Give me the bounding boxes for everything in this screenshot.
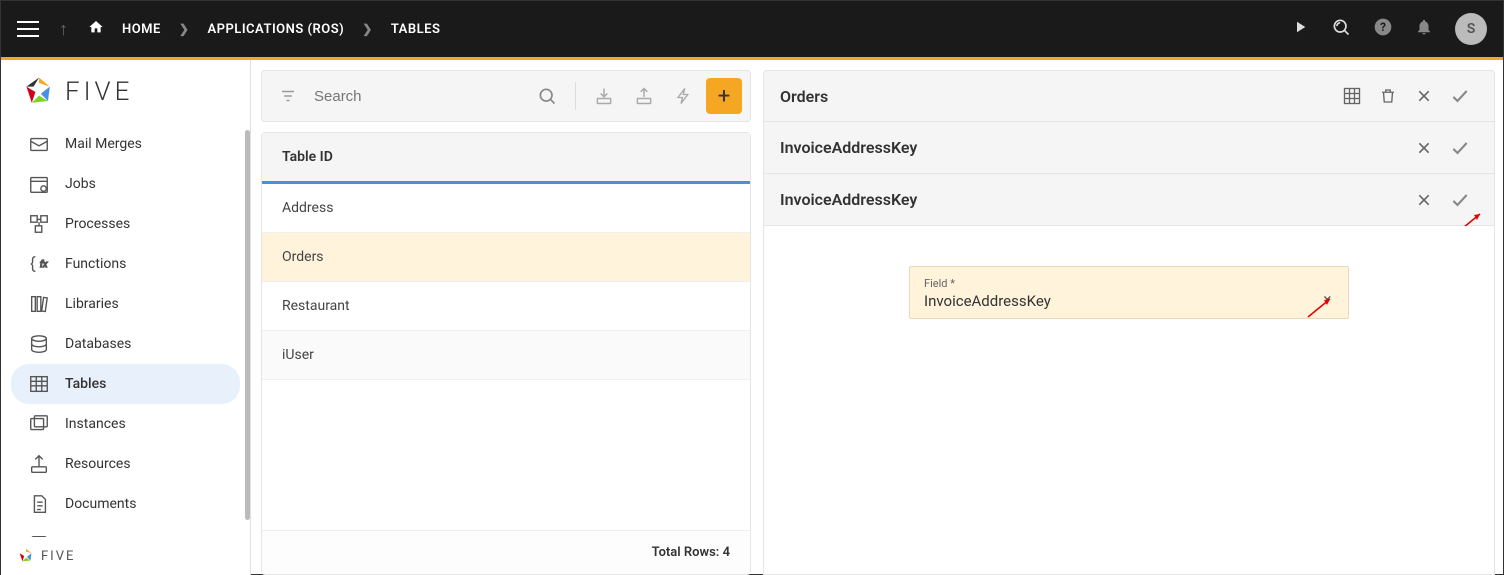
- svg-text:?: ?: [1380, 20, 1386, 34]
- lightning-icon[interactable]: [666, 78, 702, 114]
- sidebar-item-label: Functions: [65, 256, 126, 272]
- close-icon[interactable]: [1406, 78, 1442, 114]
- mail-icon: [27, 132, 51, 156]
- bell-icon[interactable]: [1415, 18, 1433, 41]
- list-panel: + Table ID Address Orders Restaurant iUs…: [251, 60, 759, 575]
- table-row[interactable]: iUser: [262, 331, 750, 380]
- upload-icon: [27, 452, 51, 476]
- sidebar-item-libraries[interactable]: Libraries: [11, 284, 240, 324]
- chevron-right-icon: ❯: [362, 22, 373, 36]
- search-icon[interactable]: [529, 78, 565, 114]
- logo-mark-icon: [21, 74, 57, 110]
- top-bar: ↑ HOME ❯ APPLICATIONS (ROS) ❯ TABLES ? S: [1, 1, 1503, 57]
- table-card: Table ID Address Orders Restaurant iUser…: [261, 132, 751, 575]
- detail-subsubtitle: InvoiceAddressKey: [780, 190, 1406, 209]
- breadcrumb-home[interactable]: HOME: [122, 22, 161, 37]
- play-icon[interactable]: [1291, 18, 1309, 41]
- breadcrumb-tables[interactable]: TABLES: [391, 22, 441, 37]
- sidebar-item-jobs[interactable]: Jobs: [11, 164, 240, 204]
- detail-subtitle: InvoiceAddressKey: [780, 138, 1406, 157]
- sidebar-item-label: Resources: [65, 456, 131, 472]
- sidebar-item-label: Documents: [65, 496, 136, 512]
- nav-list: Mail Merges Jobs Processes fx Functions L…: [1, 120, 250, 537]
- check-icon[interactable]: [1442, 78, 1478, 114]
- chevron-down-icon[interactable]: ⌄: [1321, 285, 1334, 304]
- logo-mark-small-icon: [17, 547, 35, 565]
- instances-icon: [27, 412, 51, 436]
- field-select[interactable]: Field * InvoiceAddressKey ⌄: [909, 266, 1349, 319]
- field-value: InvoiceAddressKey: [924, 290, 1334, 310]
- trash-icon[interactable]: [1370, 78, 1406, 114]
- close-icon[interactable]: [1406, 130, 1442, 166]
- sidebar-item-mail-merges[interactable]: Mail Merges: [11, 124, 240, 164]
- sidebar-item-tables[interactable]: Tables: [11, 364, 240, 404]
- svg-text:fx: fx: [40, 260, 48, 270]
- up-arrow-icon[interactable]: ↑: [59, 19, 68, 40]
- sidebar-item-functions[interactable]: fx Functions: [11, 244, 240, 284]
- document-icon: [27, 492, 51, 516]
- check-icon[interactable]: [1442, 130, 1478, 166]
- chevron-right-icon: ❯: [179, 22, 190, 36]
- detail-header-1: Orders: [763, 70, 1495, 122]
- table-row[interactable]: Address: [262, 184, 750, 233]
- sidebar-item-databases[interactable]: Databases: [11, 324, 240, 364]
- function-icon: fx: [27, 252, 51, 276]
- field-label: Field *: [924, 277, 1334, 290]
- home-icon: [88, 19, 104, 39]
- add-button[interactable]: +: [706, 78, 742, 114]
- table-footer: Total Rows: 4: [262, 530, 750, 574]
- sidebar-item-instances[interactable]: Instances: [11, 404, 240, 444]
- detail-title: Orders: [780, 87, 1334, 106]
- process-icon: [27, 212, 51, 236]
- sidebar-footer: FIVE: [1, 537, 250, 575]
- menu-toggle[interactable]: [17, 21, 39, 37]
- table-header: Table ID: [262, 133, 750, 184]
- detail-panel: Orders InvoiceAddressKey InvoiceAddressK…: [759, 60, 1503, 575]
- avatar[interactable]: S: [1455, 13, 1487, 45]
- database-icon: [27, 332, 51, 356]
- sidebar-item-themes[interactable]: Themes: [11, 524, 240, 537]
- calendar-icon: [27, 172, 51, 196]
- filter-icon[interactable]: [270, 78, 306, 114]
- detail-header-3: InvoiceAddressKey: [763, 174, 1495, 226]
- sidebar-footer-text: FIVE: [41, 549, 75, 564]
- logo-text: FIVE: [65, 77, 133, 107]
- close-icon[interactable]: [1406, 182, 1442, 218]
- scrollbar[interactable]: [245, 130, 250, 520]
- sidebar-item-label: Databases: [65, 336, 131, 352]
- import-icon[interactable]: [586, 78, 622, 114]
- breadcrumb-apps[interactable]: APPLICATIONS (ROS): [207, 22, 344, 37]
- sidebar-item-label: Instances: [65, 416, 126, 432]
- table-row[interactable]: Orders: [262, 233, 750, 282]
- sidebar: FIVE Mail Merges Jobs Processes fx Functi…: [1, 60, 251, 575]
- sidebar-item-label: Mail Merges: [65, 136, 142, 152]
- sidebar-item-label: Tables: [65, 376, 106, 392]
- books-icon: [27, 292, 51, 316]
- sidebar-item-label: Libraries: [65, 296, 119, 312]
- sidebar-item-label: Jobs: [65, 176, 96, 192]
- check-icon[interactable]: [1442, 182, 1478, 218]
- sidebar-item-label: Processes: [65, 216, 130, 232]
- help-icon[interactable]: ?: [1373, 17, 1393, 42]
- sidebar-item-documents[interactable]: Documents: [11, 484, 240, 524]
- zoom-icon[interactable]: [1331, 17, 1351, 42]
- logo: FIVE: [1, 60, 250, 120]
- sidebar-item-processes[interactable]: Processes: [11, 204, 240, 244]
- detail-header-2: InvoiceAddressKey: [763, 122, 1495, 174]
- list-toolbar: +: [261, 70, 751, 122]
- table-icon: [27, 372, 51, 396]
- export-icon[interactable]: [626, 78, 662, 114]
- sidebar-item-resources[interactable]: Resources: [11, 444, 240, 484]
- breadcrumb: HOME ❯ APPLICATIONS (ROS) ❯ TABLES: [88, 19, 440, 39]
- table-row[interactable]: Restaurant: [262, 282, 750, 331]
- grid-icon[interactable]: [1334, 78, 1370, 114]
- search-input[interactable]: [310, 88, 525, 105]
- detail-body: Field * InvoiceAddressKey ⌄: [763, 226, 1495, 575]
